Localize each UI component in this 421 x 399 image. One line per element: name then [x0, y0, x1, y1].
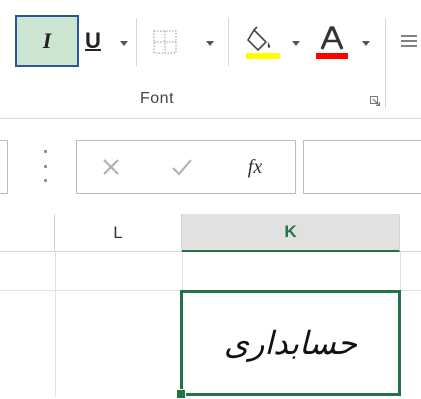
- ribbon-separator: [228, 18, 229, 66]
- column-header-label: L: [113, 222, 123, 242]
- column-header-label: K: [284, 222, 297, 241]
- font-color-button[interactable]: [312, 22, 352, 62]
- enter-button[interactable]: [162, 141, 202, 193]
- font-color-icon: [316, 26, 348, 59]
- fill-handle[interactable]: [176, 389, 186, 399]
- column-header-l[interactable]: L: [55, 214, 182, 252]
- column-gridline: [55, 252, 56, 397]
- column-header-k[interactable]: K: [182, 214, 400, 252]
- italic-label: I: [42, 28, 52, 53]
- underline-button[interactable]: U: [78, 22, 108, 60]
- name-box[interactable]: [0, 140, 8, 194]
- font-color-dropdown-icon[interactable]: [362, 41, 370, 46]
- align-button[interactable]: [398, 25, 420, 59]
- italic-button[interactable]: I: [15, 15, 79, 67]
- column-header-stub: [0, 214, 55, 252]
- borders-icon: [153, 30, 177, 54]
- underline-label: U: [85, 28, 101, 53]
- formula-bar-grip-icon[interactable]: [42, 150, 48, 182]
- column-header-stub: [400, 214, 421, 252]
- align-lines-icon: [401, 35, 417, 47]
- insert-function-button[interactable]: fx: [227, 141, 283, 193]
- font-group-label: Font: [140, 90, 175, 107]
- paint-bucket-icon: [246, 26, 280, 59]
- fill-color-button[interactable]: [245, 22, 281, 62]
- ribbon-separator: [136, 18, 137, 66]
- ribbon-separator: [385, 18, 386, 108]
- font-color-swatch: [316, 53, 348, 59]
- fill-color-swatch: [246, 53, 280, 59]
- fx-label: fx: [247, 155, 263, 178]
- borders-button[interactable]: [147, 24, 183, 60]
- borders-dropdown-icon[interactable]: [206, 41, 214, 46]
- cell-value: حسابداری: [223, 324, 358, 362]
- formula-buttons: fx: [76, 140, 296, 194]
- active-cell-k[interactable]: حسابداری: [180, 290, 401, 396]
- formula-input[interactable]: [303, 140, 421, 194]
- checkmark-icon: [172, 159, 192, 176]
- cancel-button[interactable]: [91, 141, 131, 193]
- close-icon: [103, 159, 119, 175]
- dialog-launcher-icon[interactable]: [370, 96, 380, 106]
- underline-dropdown-icon[interactable]: [120, 41, 128, 46]
- ribbon: I U Font: [0, 0, 421, 118]
- fill-color-dropdown-icon[interactable]: [292, 41, 300, 46]
